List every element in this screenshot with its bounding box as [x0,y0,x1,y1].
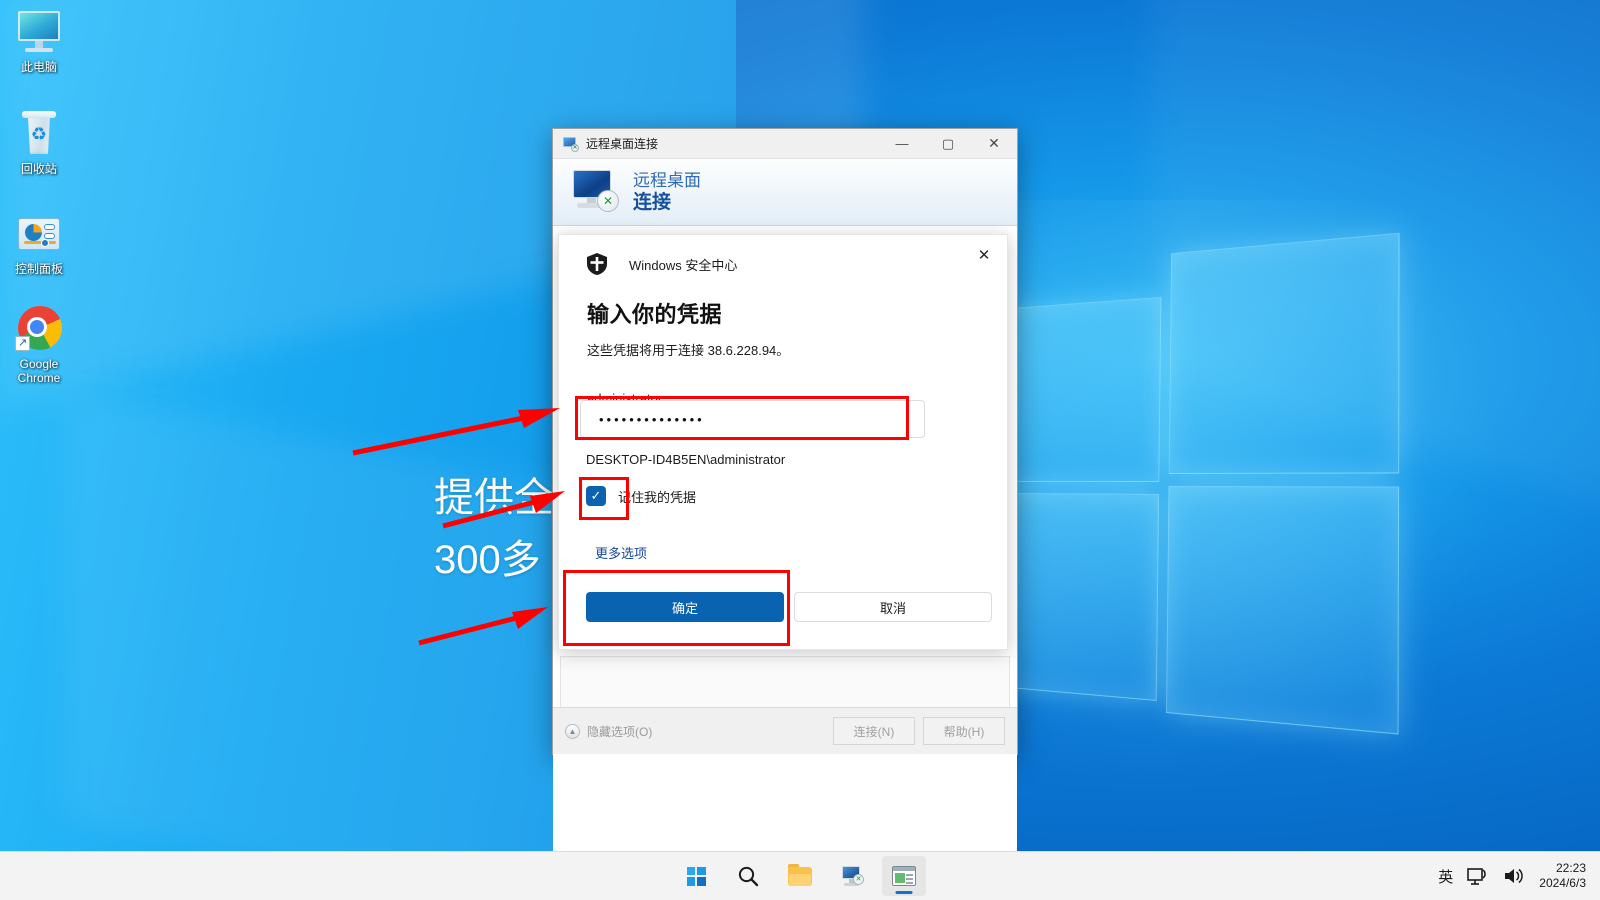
desktop-icon-label: 此电脑 [20,60,57,74]
rdp-header-line1: 远程桌面 [633,171,701,190]
volume-icon[interactable] [1503,866,1525,886]
desktop-icon-control-panel[interactable]: 控制面板 [0,210,78,276]
credential-brand-label: Windows 安全中心 [629,257,738,273]
rdp-header: ✕ 远程桌面 连接 [553,159,1017,226]
start-button[interactable] [674,856,718,896]
rdp-window-title: 远程桌面连接 [586,137,659,151]
monitor-icon [15,8,63,56]
remember-credentials-label: 记住我的凭据 [618,489,697,505]
help-button[interactable]: 帮助(H) [923,717,1005,745]
chevron-up-icon: ▲ [565,723,580,739]
taskbar[interactable]: ✕ 英 22:23 2024/6/3 [0,851,1600,900]
annotation-arrow-ok [418,607,548,646]
annotation-arrow-password [352,408,560,456]
rdp-header-line2: 连接 [633,192,672,213]
clock[interactable]: 22:23 2024/6/3 [1539,861,1586,891]
connect-button[interactable]: 连接(N) [833,717,915,745]
folder-icon [788,863,812,886]
clock-time: 22:23 [1555,861,1586,875]
hide-options-button[interactable]: ▲ 隐藏选项(O) [565,723,825,740]
rdp-footer: ▲ 隐藏选项(O) 连接(N) 帮助(H) [553,707,1017,754]
credential-subtitle: 这些凭据将用于连接 38.6.228.94。 [587,343,790,358]
recycle-bin-icon: ♻ [15,110,63,158]
desktop-icon-label: 控制面板 [14,262,63,276]
credential-domain-user: DESKTOP-ID4B5EN\administrator [586,452,786,467]
ime-indicator[interactable]: 英 [1438,866,1453,887]
file-explorer-button[interactable] [778,856,822,896]
credential-close-button[interactable]: ✕ [967,241,1001,269]
close-button[interactable]: ✕ [971,129,1017,158]
shortcut-arrow-icon: ↗ [15,336,30,351]
windows-logo-wallpaper [991,232,1400,735]
desktop-icon-this-pc[interactable]: 此电脑 [0,8,78,74]
more-options-link[interactable]: 更多选项 [595,543,647,562]
credential-title: 输入你的凭据 [587,302,723,327]
clock-date: 2024/6/3 [1539,876,1586,890]
chrome-label-line2: Chrome [17,371,61,385]
control-panel-icon [15,210,63,258]
desktop-icon-label: 回收站 [20,162,57,176]
taskbar-center-group: ✕ [674,856,926,896]
chrome-label-line1: Google [19,357,59,371]
shield-icon [587,253,607,275]
remote-desktop-icon: ✕ [563,136,579,152]
app-window-icon [892,866,916,886]
search-icon [738,866,759,887]
annotation-box-ok [563,570,790,646]
system-tray: 英 22:23 2024/6/3 [1438,861,1586,891]
annotation-arrow-checkbox [442,491,565,529]
chrome-icon: ↗ [15,305,63,353]
maximize-button[interactable]: ▢ [925,129,971,158]
remote-desktop-icon: ✕ [840,865,864,887]
remote-desktop-taskbar-button[interactable]: ✕ [830,856,874,896]
desktop-icon-google-chrome[interactable]: ↗ Google Chrome [0,305,78,385]
minimize-button[interactable]: — [879,129,925,158]
credential-brand-row: Windows 安全中心 [559,235,1007,275]
desktop-icon-label: Google Chrome [0,357,78,385]
search-button[interactable] [726,856,770,896]
network-icon[interactable] [1467,866,1489,886]
annotation-box-checkbox [579,477,629,520]
active-app-taskbar-button[interactable] [882,856,926,896]
rdp-titlebar[interactable]: ✕ 远程桌面连接 — ▢ ✕ [553,129,1017,159]
desktop-icon-recycle-bin[interactable]: ♻ 回收站 [0,110,78,176]
remote-desktop-logo-icon: ✕ [569,168,621,216]
windows-start-icon [686,866,706,886]
annotation-box-password [575,396,909,440]
cancel-button[interactable]: 取消 [794,592,992,622]
hide-options-label: 隐藏选项(O) [587,724,653,739]
